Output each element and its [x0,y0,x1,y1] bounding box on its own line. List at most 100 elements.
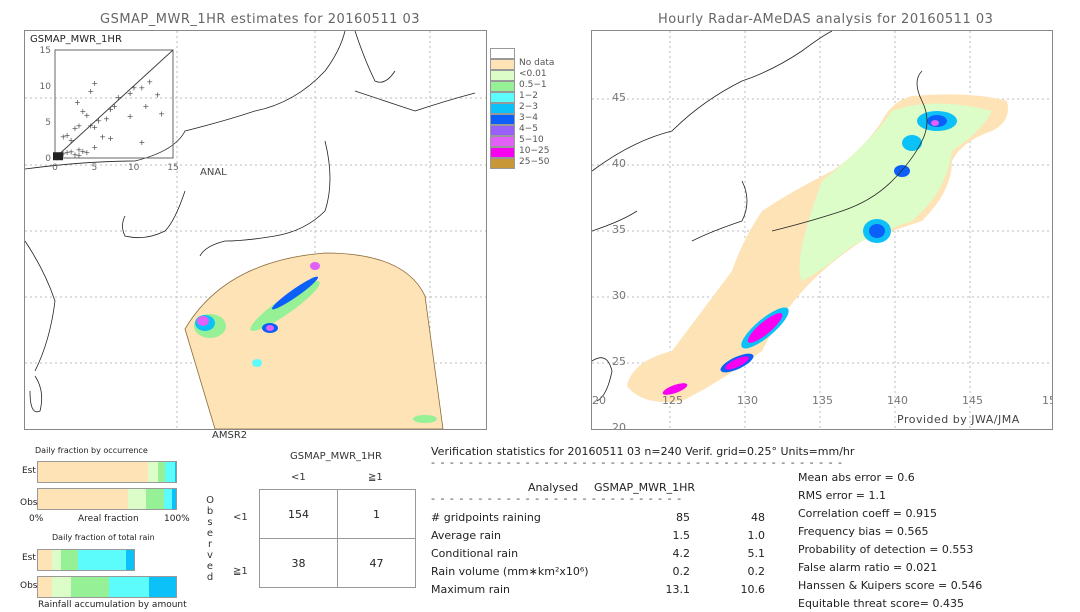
legend-label: 5−10 [519,135,544,145]
right-x-tick: 125 [662,394,683,407]
scatter-y-tick: 5 [45,118,51,128]
row-header-ge1: ≧1 [233,566,248,577]
rain-est-bar [37,549,135,571]
legend-swatch [490,48,515,59]
score-item: Correlation coeff = 0.915 [798,507,937,520]
right-x-tick: 130 [737,394,758,407]
legend-label: 1−2 [519,91,538,101]
stats-anal: 4.2 [672,547,691,560]
legend-swatch [490,114,515,125]
right-y-tick: 35 [612,223,626,236]
bar-segment [38,489,128,509]
bar-segment [109,577,149,597]
scatter-point: + [95,117,102,126]
observed-side-label: Observed [205,495,215,583]
scatter-point: + [158,109,165,118]
legend-label: 4−5 [519,124,538,134]
bar-segment [61,550,78,570]
contingency-table: 154 1 38 47 [259,489,416,588]
side-label-char: v [207,550,213,561]
bar-segment [148,462,159,482]
legend-label: 25−50 [519,157,550,167]
scatter-x-tick: 0 [52,163,58,173]
cell-obs-lt1-est-ge1: 1 [337,489,416,539]
scatter-dense-cluster [53,152,63,161]
legend-swatch [490,81,515,92]
scatter-point: + [83,111,90,120]
scatter-point: + [127,112,134,121]
score-item: False alarm ratio = 0.021 [798,561,938,574]
scatter-point: + [74,98,81,107]
scatter-point: + [99,132,106,141]
side-label-char: O [206,495,214,506]
bar-segment [127,489,146,509]
legend-swatch [490,136,515,147]
stats-est: 1.0 [747,529,766,542]
occ-xtick-1: 100% [164,514,190,524]
rain-obs-bar [37,576,177,598]
scatter-y-tick: 0 [45,154,51,164]
legend-swatch [490,147,515,158]
stats-divider: - - - - - - - - - - - - - - - - - - - - … [431,456,843,469]
right-x-tick: 140 [887,394,908,407]
cell-obs-ge1-est-lt1: 38 [259,538,338,588]
scatter-x-tick: 10 [128,163,140,173]
bar-segment [70,577,110,597]
scatter-point: + [87,87,94,96]
scatter-point: + [142,102,149,111]
right-map: 45 40 35 30 25 20 20 125 130 135 140 145 15 Provide… [591,30,1053,430]
side-label-char: d [206,572,214,583]
scatter-ylabel: GSMAP_MWR_1HR [30,34,122,45]
col-header-ge1: ≧1 [368,472,383,483]
legend-swatch [490,103,515,114]
scatter-y-tick: 15 [40,46,51,56]
bar-segment [163,489,172,509]
scatter-point: + [68,136,75,145]
cell-obs-ge1-est-ge1: 47 [337,538,416,588]
right-y-tick: 30 [612,289,626,302]
occurrence-est-bar [37,461,177,483]
bar-segment [148,577,176,597]
contingency-title: GSMAP_MWR_1HR [290,451,382,462]
scatter-x-tick: 5 [91,163,97,173]
scatter-point: + [107,134,114,143]
stats-label: Maximum rain [431,583,510,596]
stats-label: Rain volume (mm∗km²x10⁶) [431,565,589,578]
scatter-point: + [76,151,83,160]
rain-obs-label: Obs [20,581,38,591]
side-label-char: e [206,528,214,539]
scatter-point: + [146,78,153,87]
scatter-point: + [91,143,98,152]
sensor-label: AMSR2 [212,430,248,441]
score-item: Equitable threat score= 0.435 [798,597,964,610]
legend-label: 0.5−1 [519,80,547,90]
color-legend: No data <0.01 0.5−1 1−2 2−3 3−4 4−5 5−10 10−25 25… [490,48,590,198]
scatter-point: + [139,83,146,92]
bar-segment [164,462,175,482]
score-item: Hanssen & Kuipers score = 0.546 [798,579,983,592]
bar-segment [51,550,62,570]
right-y-tick: 45 [612,91,626,104]
legend-label: No data [519,58,555,68]
left-map-title: GSMAP_MWR_1HR estimates for 20160511 03 [100,12,421,27]
scatter-xlabel: ANAL [200,167,227,178]
occ-xtick-0: 0% [29,514,44,524]
scatter-point: + [115,93,122,102]
scatter-point: + [131,83,138,92]
score-item: RMS error = 1.1 [798,489,886,502]
score-item: Mean abs error = 0.6 [798,471,915,484]
stats-est: 48 [751,511,765,524]
stats-est: 5.1 [747,547,766,560]
stats-anal: 1.5 [672,529,691,542]
right-x-tick: 145 [962,394,983,407]
scatter-points: +++++++++++++++++++++++++++++++++++++++ [53,78,165,162]
bar-segment [38,577,52,597]
bar-segment [174,462,176,482]
scatter-point: + [91,79,98,88]
side-label-char: b [206,506,214,517]
left-map: GSMAP_MWR_1HR + + + + + + + + + + + + + + + + + + + + + + + + + +… [24,30,487,430]
occ-est-label: Est [22,466,36,476]
stats-label: Average rain [431,529,501,542]
scatter-point: + [103,114,110,123]
stats-anal: 0.2 [672,565,691,578]
